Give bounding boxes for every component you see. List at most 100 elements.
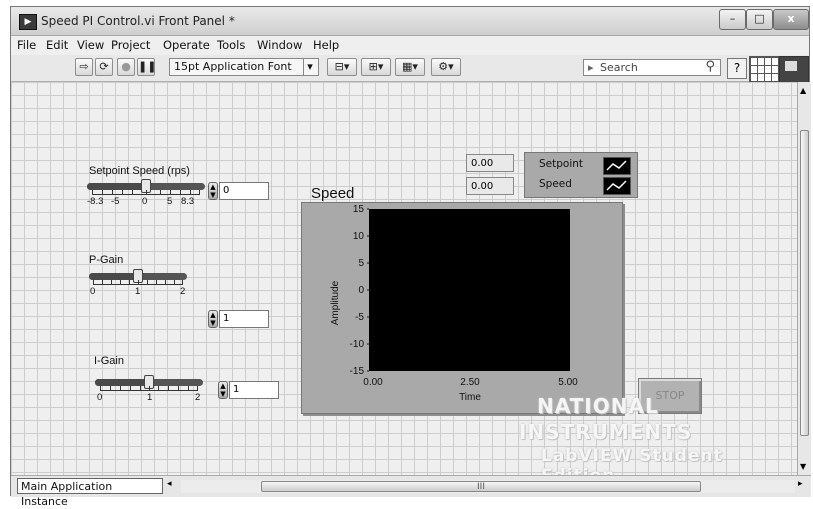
front-panel: Setpoint Speed (rps) -8.3 -5 0 5 8.3 ▲ ▼ … [11, 82, 797, 475]
x-tick-label: 5.00 [558, 377, 578, 388]
legend-item-speed[interactable]: Speed [529, 176, 633, 195]
setpoint-slider-fill [87, 183, 146, 190]
y-tick-label: 5 [358, 258, 364, 269]
watermark-edition: LabVIEW Student Edition [541, 446, 723, 475]
menu-project[interactable]: Project [111, 38, 150, 52]
igain-slider[interactable] [95, 375, 203, 389]
scroll-down-icon[interactable]: ▼ [800, 462, 806, 471]
scroll-up-icon[interactable]: ▲ [800, 86, 806, 95]
align-objects-icon[interactable]: ⊟▾ [327, 58, 357, 76]
y-tick-label: 0 [358, 285, 364, 296]
legend-label: Setpoint [539, 158, 584, 170]
toolbar: ⇨ ⟳ ● ❚❚ 15pt Application Font ▾ ⊟▾ ⊞▾ ▦… [11, 55, 809, 84]
menu-operate[interactable]: Operate [163, 38, 210, 52]
legend-item-setpoint[interactable]: Setpoint [529, 156, 633, 175]
y-tick-label: -5 [355, 312, 364, 323]
igain-tick-label: 0 [97, 392, 103, 403]
font-selector[interactable]: 15pt Application Font ▾ [169, 58, 319, 76]
abort-icon[interactable]: ● [117, 58, 135, 76]
legend-label: Speed [539, 178, 572, 190]
y-tick-label: 10 [353, 231, 365, 242]
search-input[interactable]: ▸ Search ⚲ [583, 59, 721, 76]
setpoint-tick-label: 5 [167, 196, 173, 207]
y-axis-label: Amplitude [330, 280, 341, 325]
setpoint-tick-label: -5 [111, 196, 120, 207]
setpoint-label: Setpoint Speed (rps) [89, 165, 190, 177]
vi-icon-screen [785, 61, 797, 71]
menu-view[interactable]: View [77, 38, 104, 52]
maximize-button[interactable]: □ [746, 9, 773, 30]
pgain-scale [93, 280, 183, 285]
setpoint-increment-icon[interactable]: ▲ ▼ [208, 182, 218, 200]
run-arrow-icon[interactable]: ⇨ [75, 58, 93, 76]
distribute-objects-icon[interactable]: ⊞▾ [361, 58, 391, 76]
reorder-icon[interactable]: ⚙▾ [431, 58, 461, 76]
y-tick-label: -15 [350, 366, 365, 377]
x-tick-label: 2.50 [460, 377, 480, 388]
pgain-tick-label: 1 [135, 286, 141, 297]
title-bar[interactable]: ▶ Speed PI Control.vi Front Panel * – □ … [11, 7, 809, 36]
line-plot-icon [603, 157, 631, 175]
speed-waveform-chart[interactable]: 15 10 5 0 -5 -10 -15 0.00 2.50 5.00 Time… [301, 202, 623, 414]
scroll-right-icon[interactable]: ▸ [798, 479, 803, 489]
vertical-scrollbar[interactable]: ▲ ▼ [797, 82, 811, 475]
menu-help[interactable]: Help [313, 38, 339, 52]
pgain-tick-label: 0 [90, 286, 96, 297]
watermark-national: NATIONAL [537, 394, 659, 418]
y-tick-label: -10 [350, 339, 365, 350]
status-bar: Main Application Instance ◂ III ▸ [11, 475, 811, 508]
speed-cursor-value: 0.00 [466, 177, 514, 195]
pgain-slider[interactable] [89, 269, 187, 283]
search-arrow-icon: ▸ [588, 61, 594, 74]
help-button[interactable]: ? [727, 58, 747, 79]
igain-increment-icon[interactable]: ▲ ▼ [218, 381, 228, 399]
vertical-scroll-thumb[interactable] [800, 130, 809, 436]
x-tick-label: 0.00 [363, 377, 383, 388]
menu-file[interactable]: File [17, 38, 36, 52]
menu-bar: File Edit View Project Operate Tools Win… [11, 36, 809, 55]
application-instance[interactable]: Main Application Instance [17, 478, 163, 508]
search-icon[interactable]: ⚲ [705, 59, 715, 74]
setpoint-tick-label: 8.3 [181, 196, 195, 207]
setpoint-tick-label: 0 [142, 196, 148, 207]
igain-slider-fill [95, 379, 149, 386]
igain-tick-label: 2 [195, 392, 201, 403]
setpoint-slider[interactable] [87, 179, 205, 193]
igain-tick-label: 1 [147, 392, 153, 403]
resize-objects-icon[interactable]: ▦▾ [395, 58, 425, 76]
setpoint-numeric[interactable]: 0 [219, 182, 269, 200]
labview-vi-icon: ▶ [19, 14, 37, 30]
labview-window: ▶ Speed PI Control.vi Front Panel * – □ … [10, 6, 811, 508]
igain-numeric[interactable]: 1 [229, 381, 279, 399]
igain-label: I-Gain [94, 355, 124, 367]
pgain-label: P-Gain [89, 254, 124, 266]
pgain-increment-icon[interactable]: ▲ ▼ [208, 310, 218, 328]
connector-pane-icon[interactable] [749, 56, 781, 84]
scroll-left-icon[interactable]: ◂ [167, 479, 172, 489]
pgain-tick-label: 2 [180, 286, 186, 297]
menu-edit[interactable]: Edit [46, 38, 68, 52]
plot-legend[interactable]: Setpoint Speed [524, 152, 638, 198]
vi-icon[interactable] [779, 56, 809, 84]
x-axis-label: Time [459, 392, 481, 403]
setpoint-tick-label: -8.3 [87, 196, 104, 207]
horizontal-scrollbar[interactable]: III [181, 480, 795, 493]
minimize-button[interactable]: – [719, 9, 746, 30]
font-label: 15pt Application Font [174, 60, 292, 73]
horizontal-scroll-thumb[interactable]: III [261, 481, 701, 492]
pgain-slider-fill [89, 273, 138, 280]
igain-scale [100, 386, 198, 391]
run-continuously-icon[interactable]: ⟳ [95, 58, 113, 76]
pause-icon[interactable]: ❚❚ [137, 58, 156, 76]
menu-window[interactable]: Window [257, 38, 302, 52]
setpoint-cursor-value: 0.00 [466, 154, 514, 172]
menu-tools[interactable]: Tools [217, 38, 245, 52]
search-placeholder: Search [600, 61, 638, 74]
line-plot-icon [603, 177, 631, 195]
watermark-instruments: INSTRUMENTS [519, 420, 693, 444]
pgain-numeric[interactable]: 1 [219, 310, 269, 328]
graph-title: Speed [311, 185, 355, 202]
y-tick-label: 15 [353, 204, 365, 215]
graph-axes: 15 10 5 0 -5 -10 -15 0.00 2.50 5.00 Time… [330, 204, 578, 403]
close-button[interactable]: x [773, 9, 809, 30]
